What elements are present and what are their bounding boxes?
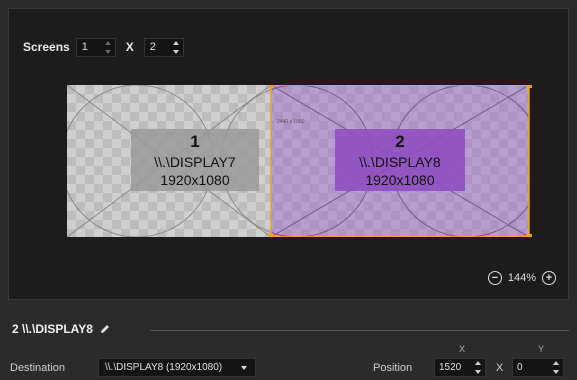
resize-handle[interactable] (268, 82, 274, 88)
position-y-field[interactable]: 0 (512, 358, 564, 377)
spinner-arrows-icon[interactable] (552, 361, 559, 374)
destination-label: Destination (10, 362, 66, 374)
section-divider (150, 330, 569, 331)
screens-rows-spinner[interactable]: 1 (75, 37, 116, 57)
screens-separator: X (125, 40, 134, 54)
screens-row: Screens 1 X 2 (23, 37, 184, 57)
display-2-tiny-label: 2440 x 1080 (277, 119, 305, 125)
display-2-name: \\.\DISPLAY8 (359, 154, 441, 170)
destination-dropdown[interactable]: \\.\DISPLAY8 (1920x1080) (98, 358, 256, 377)
spinner-arrows-icon[interactable] (105, 40, 112, 54)
destination-row: Destination \\.\DISPLAY8 (1920x1080) Pos… (0, 358, 577, 378)
position-separator: X (496, 362, 504, 374)
position-y-label: Y (538, 344, 545, 354)
selected-display-title: 2 \\.\DISPLAY8 (12, 322, 111, 336)
display-2-resolution: 1920x1080 (365, 172, 435, 188)
chevron-down-icon (241, 366, 247, 370)
position-label: Position (373, 362, 413, 374)
display-1-resolution: 1920x1080 (160, 172, 230, 188)
screen-layout-panel: Screens 1 X 2 1 \\.\DISPLAY7 1920x1080 2… (8, 8, 569, 300)
zoom-controls: − 144% + (487, 271, 556, 285)
resize-handle[interactable] (526, 234, 532, 240)
display-2-index: 2 (395, 132, 404, 151)
resize-handle[interactable] (268, 234, 274, 240)
display-preview-svg: 1 \\.\DISPLAY7 1920x1080 2440 x 1080 2 \… (67, 82, 532, 240)
spinner-arrows-icon[interactable] (474, 361, 481, 374)
display-1-name: \\.\DISPLAY7 (154, 154, 236, 170)
zoom-out-icon[interactable]: − (487, 271, 502, 285)
zoom-level: 144% (507, 272, 536, 284)
position-x-field[interactable]: 1520 (434, 358, 486, 377)
resize-handle[interactable] (526, 82, 532, 88)
display-1-index: 1 (190, 132, 199, 151)
spinner-arrows-icon[interactable] (173, 40, 180, 54)
screens-label: Screens (23, 40, 70, 54)
position-x-label: X (459, 344, 466, 354)
edit-pencil-icon[interactable] (99, 323, 111, 335)
display-canvas[interactable]: 1 \\.\DISPLAY7 1920x1080 2440 x 1080 2 \… (67, 82, 539, 240)
zoom-in-icon[interactable]: + (542, 271, 556, 285)
screens-cols-spinner[interactable]: 2 (143, 37, 184, 57)
